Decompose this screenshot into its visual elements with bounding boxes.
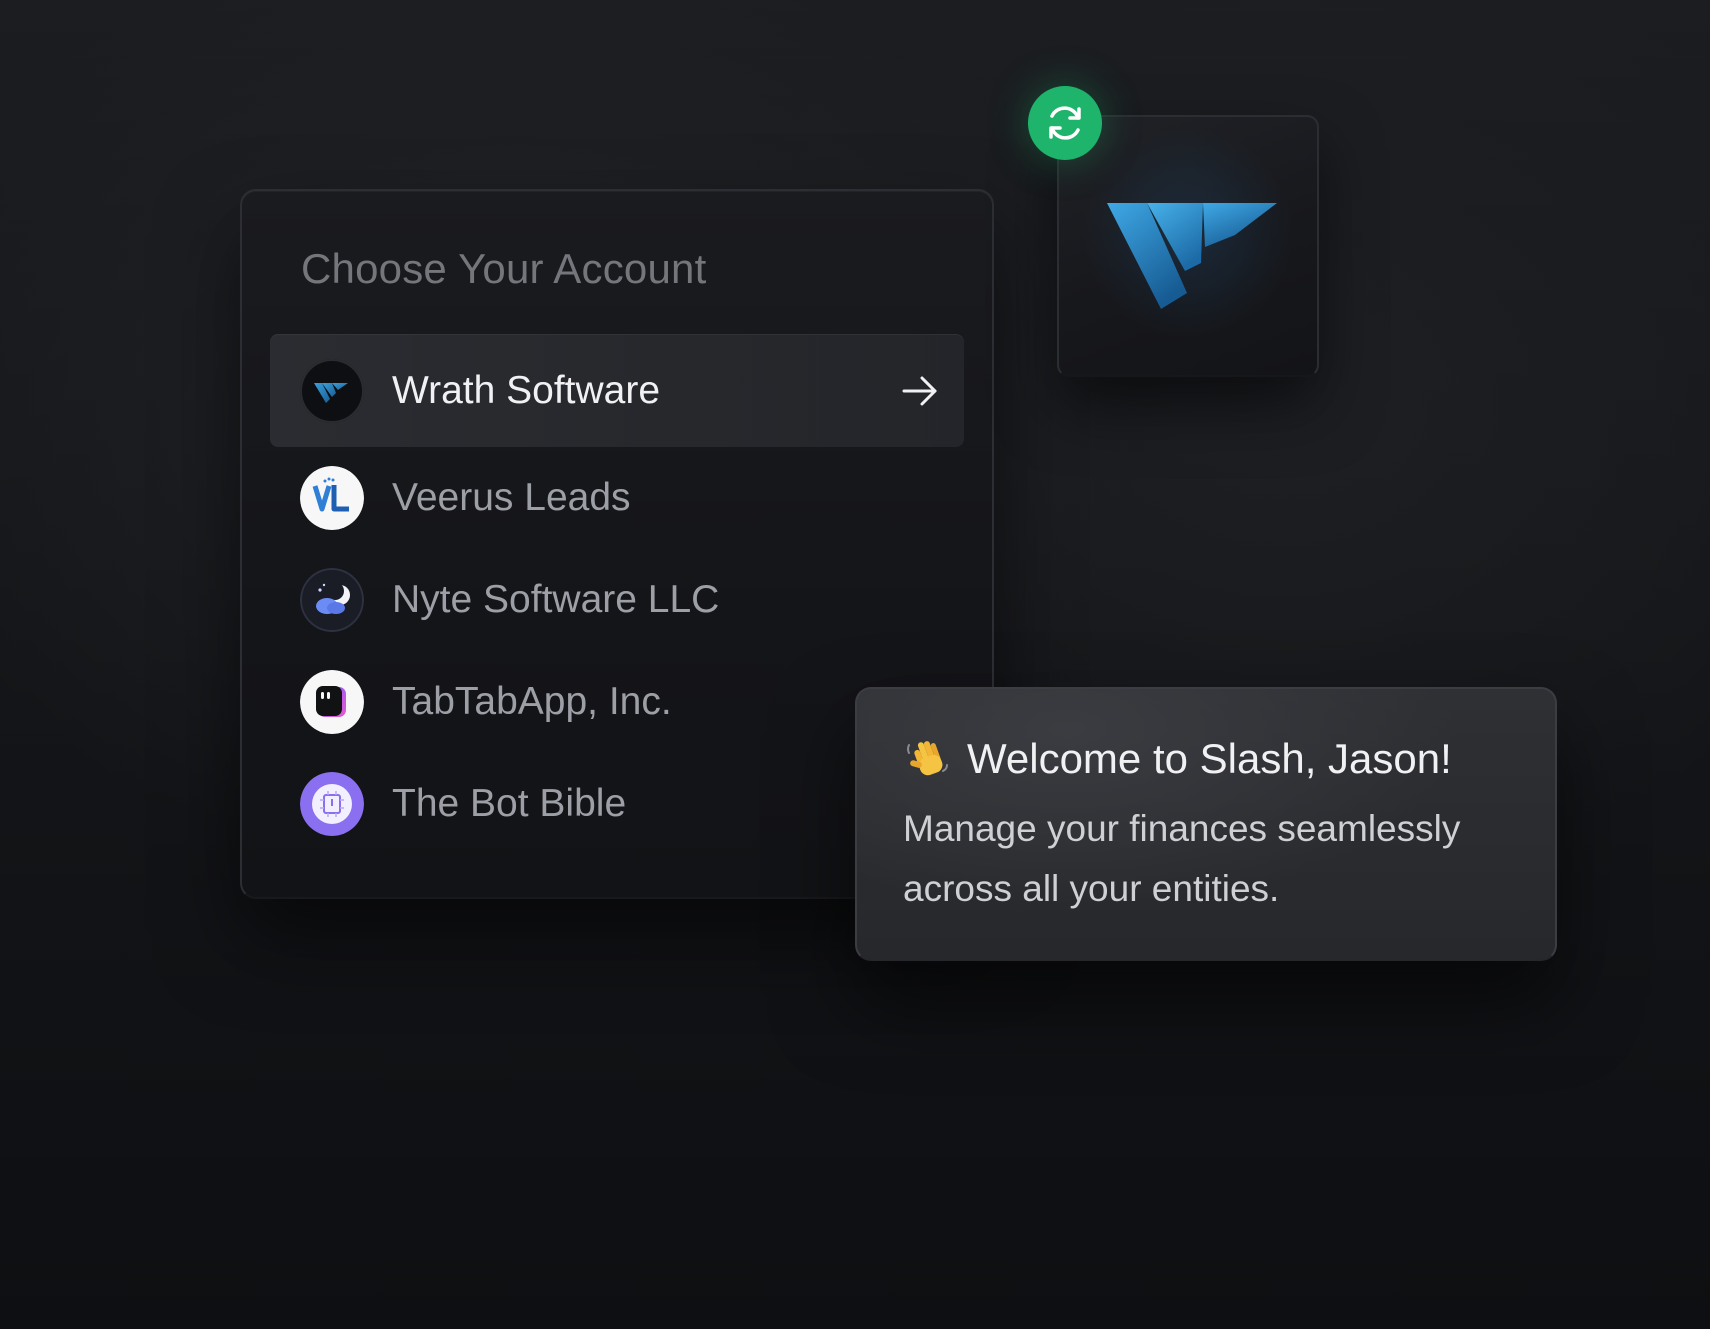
account-item-wrath-software[interactable]: Wrath Software — [270, 334, 964, 447]
account-name: Nyte Software LLC — [392, 578, 720, 621]
welcome-body: Manage your finances seamlessly across a… — [903, 808, 1461, 909]
account-name: Wrath Software — [392, 368, 661, 412]
account-item-veerus-leads[interactable]: Veerus Leads — [270, 447, 964, 549]
wrath-logo-icon — [300, 358, 364, 423]
welcome-heading-text: Welcome to Slash, Jason! — [967, 735, 1452, 782]
account-name: TabTabApp, Inc. — [392, 680, 672, 723]
account-name: The Bot Bible — [392, 782, 627, 825]
welcome-heading: Welcome to Slash, Jason! — [903, 733, 1452, 783]
veerus-logo-icon — [300, 466, 364, 530]
nyte-logo-icon — [300, 568, 364, 632]
refresh-icon[interactable] — [1028, 86, 1102, 160]
bot-bible-logo-icon — [300, 772, 364, 836]
wrath-logo-icon — [1107, 203, 1277, 309]
arrow-right-icon[interactable] — [900, 371, 940, 411]
wrath-logo-tile — [1057, 115, 1319, 377]
tabtab-logo-icon — [300, 670, 364, 734]
welcome-card: Welcome to Slash, Jason! Manage your fin… — [855, 687, 1557, 961]
panel-title: Choose Your Account — [301, 245, 707, 292]
account-name: Veerus Leads — [392, 476, 631, 519]
account-item-nyte-software[interactable]: Nyte Software LLC — [270, 549, 964, 651]
waving-hand-icon — [907, 741, 948, 776]
